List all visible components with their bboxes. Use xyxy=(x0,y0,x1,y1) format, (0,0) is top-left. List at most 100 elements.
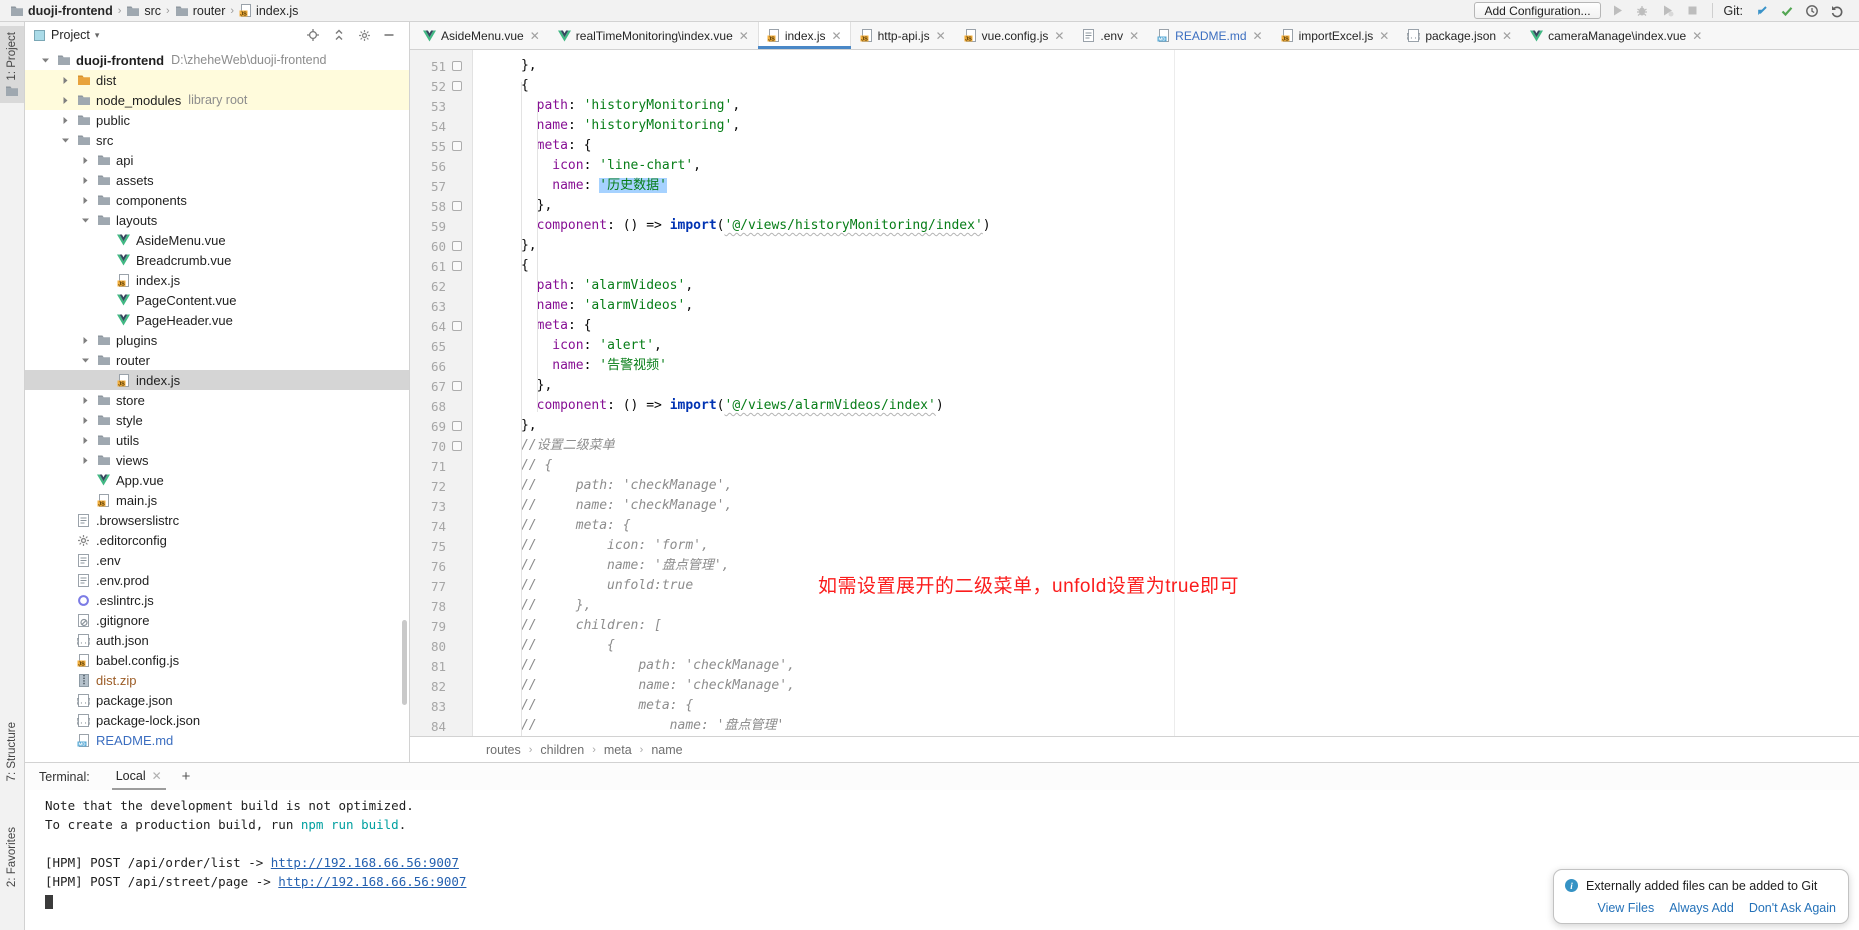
fold-marker-icon[interactable] xyxy=(452,61,462,71)
editor-breadcrumb-item[interactable]: meta xyxy=(604,743,632,757)
run-icon[interactable] xyxy=(1609,2,1626,19)
editor-tab-index.js[interactable]: JSindex.js✕ xyxy=(758,22,851,49)
tree-item-asidemenu.vue[interactable]: AsideMenu.vue xyxy=(25,230,409,250)
tree-item-.gitignore[interactable]: .gitignore xyxy=(25,610,409,630)
breadcrumb-item[interactable]: router xyxy=(175,4,226,18)
fold-marker-icon[interactable] xyxy=(452,441,462,451)
code-editor[interactable]: 5152535455565758596061626364656667686970… xyxy=(410,50,1859,736)
editor-tab-package.json[interactable]: {..}package.json✕ xyxy=(1398,22,1521,49)
close-icon[interactable]: ✕ xyxy=(1692,30,1702,42)
chevron-right-icon[interactable] xyxy=(77,456,94,465)
tree-item-app.vue[interactable]: App.vue xyxy=(25,470,409,490)
tree-item-src[interactable]: src xyxy=(25,130,409,150)
tool-window-button-structure[interactable]: 7: Structure xyxy=(0,722,24,781)
terminal-tab-local[interactable]: Local ✕ xyxy=(112,763,166,790)
tree-item-index.js[interactable]: JSindex.js xyxy=(25,370,409,390)
tree-item-duoji-frontend[interactable]: duoji-frontendD:\zheheWeb\duoji-frontend xyxy=(25,50,409,70)
chevron-down-icon[interactable] xyxy=(77,356,94,365)
chevron-right-icon[interactable] xyxy=(77,416,94,425)
notification-action-don-t-ask-again[interactable]: Don't Ask Again xyxy=(1749,901,1836,915)
tree-item-views[interactable]: views xyxy=(25,450,409,470)
debug-icon[interactable] xyxy=(1634,2,1651,19)
chevron-right-icon[interactable] xyxy=(77,176,94,185)
notification-action-always-add[interactable]: Always Add xyxy=(1669,901,1734,915)
close-icon[interactable]: ✕ xyxy=(1054,30,1064,42)
close-icon[interactable]: ✕ xyxy=(530,30,540,42)
close-icon[interactable]: ✕ xyxy=(152,769,162,783)
close-icon[interactable]: ✕ xyxy=(1253,30,1263,42)
locate-icon[interactable] xyxy=(306,28,320,42)
tree-item-.editorconfig[interactable]: .editorconfig xyxy=(25,530,409,550)
breadcrumb-item[interactable]: duoji-frontend xyxy=(10,4,113,18)
tree-item-package.json[interactable]: {..}package.json xyxy=(25,690,409,710)
tree-item-node-modules[interactable]: node_moduleslibrary root xyxy=(25,90,409,110)
tree-item-layouts[interactable]: layouts xyxy=(25,210,409,230)
chevron-down-icon[interactable] xyxy=(37,56,54,65)
fold-marker-icon[interactable] xyxy=(452,321,462,331)
tree-item-auth.json[interactable]: {..}auth.json xyxy=(25,630,409,650)
editor-breadcrumb-item[interactable]: children xyxy=(540,743,584,757)
tree-item-readme.md[interactable]: MDREADME.md xyxy=(25,730,409,750)
chevron-right-icon[interactable] xyxy=(77,156,94,165)
breadcrumb-item[interactable]: JSindex.js xyxy=(239,4,298,18)
chevron-right-icon[interactable] xyxy=(77,336,94,345)
chevron-right-icon[interactable] xyxy=(77,196,94,205)
tree-item-breadcrumb.vue[interactable]: Breadcrumb.vue xyxy=(25,250,409,270)
close-icon[interactable]: ✕ xyxy=(1379,30,1389,42)
editor-tab-importexcel.js[interactable]: JSimportExcel.js✕ xyxy=(1272,22,1399,49)
tool-window-button-project[interactable]: 1: Project xyxy=(0,26,24,103)
chevron-right-icon[interactable] xyxy=(57,96,74,105)
tree-item-pageheader.vue[interactable]: PageHeader.vue xyxy=(25,310,409,330)
editor-breadcrumb-item[interactable]: routes xyxy=(486,743,521,757)
terminal-link[interactable]: http://192.168.66.56:9007 xyxy=(278,874,466,889)
git-rollback-icon[interactable] xyxy=(1828,2,1845,19)
editor-breadcrumb-item[interactable]: name xyxy=(651,743,682,757)
tree-item-public[interactable]: public xyxy=(25,110,409,130)
chevron-right-icon[interactable] xyxy=(77,396,94,405)
new-terminal-icon[interactable]: + xyxy=(182,768,191,785)
git-update-icon[interactable] xyxy=(1753,2,1770,19)
tree-item-api[interactable]: api xyxy=(25,150,409,170)
tree-item-.eslintrc.js[interactable]: .eslintrc.js xyxy=(25,590,409,610)
editor-tab-http-api.js[interactable]: JShttp-api.js✕ xyxy=(851,22,955,49)
tree-item-.env.prod[interactable]: .env.prod xyxy=(25,570,409,590)
fold-marker-icon[interactable] xyxy=(452,141,462,151)
tree-item-babel.config.js[interactable]: JSbabel.config.js xyxy=(25,650,409,670)
git-history-icon[interactable] xyxy=(1803,2,1820,19)
gear-icon[interactable] xyxy=(358,29,371,42)
tree-item-utils[interactable]: utils xyxy=(25,430,409,450)
tree-item-components[interactable]: components xyxy=(25,190,409,210)
chevron-down-icon[interactable]: ▾ xyxy=(95,30,100,41)
fold-marker-icon[interactable] xyxy=(452,201,462,211)
chevron-down-icon[interactable] xyxy=(57,136,74,145)
tree-item-.browserslistrc[interactable]: .browserslistrc xyxy=(25,510,409,530)
fold-marker-icon[interactable] xyxy=(452,381,462,391)
editor-tab-readme.md[interactable]: MDREADME.md✕ xyxy=(1148,22,1271,49)
tree-item-main.js[interactable]: JSmain.js xyxy=(25,490,409,510)
tree-item-plugins[interactable]: plugins xyxy=(25,330,409,350)
hide-panel-icon[interactable] xyxy=(383,29,395,41)
tree-scrollbar-thumb[interactable] xyxy=(402,620,407,705)
chevron-right-icon[interactable] xyxy=(57,116,74,125)
fold-marker-icon[interactable] xyxy=(452,81,462,91)
chevron-right-icon[interactable] xyxy=(77,436,94,445)
fold-marker-icon[interactable] xyxy=(452,421,462,431)
editor-tab-asidemenu.vue[interactable]: AsideMenu.vue✕ xyxy=(414,22,549,49)
add-configuration-button[interactable]: Add Configuration... xyxy=(1474,2,1600,19)
tool-window-button-favorites[interactable]: 2: Favorites xyxy=(0,827,24,887)
chevron-right-icon[interactable] xyxy=(57,76,74,85)
close-icon[interactable]: ✕ xyxy=(1129,30,1139,42)
git-commit-icon[interactable] xyxy=(1778,2,1795,19)
close-icon[interactable]: ✕ xyxy=(1502,30,1512,42)
fold-marker-icon[interactable] xyxy=(452,261,462,271)
editor-tab-cameramanage-index.vue[interactable]: cameraManage\index.vue✕ xyxy=(1521,22,1711,49)
notification-action-view-files[interactable]: View Files xyxy=(1597,901,1654,915)
tree-item-package-lock.json[interactable]: {..}package-lock.json xyxy=(25,710,409,730)
editor-tab-vue.config.js[interactable]: JSvue.config.js✕ xyxy=(955,22,1074,49)
editor-tab-realtimemonitoring-index.vue[interactable]: realTimeMonitoring\index.vue✕ xyxy=(549,22,758,49)
tree-item-router[interactable]: router xyxy=(25,350,409,370)
tree-item-store[interactable]: store xyxy=(25,390,409,410)
close-icon[interactable]: ✕ xyxy=(832,30,842,42)
breadcrumb-item[interactable]: src xyxy=(126,4,161,18)
stop-icon[interactable] xyxy=(1684,2,1701,19)
